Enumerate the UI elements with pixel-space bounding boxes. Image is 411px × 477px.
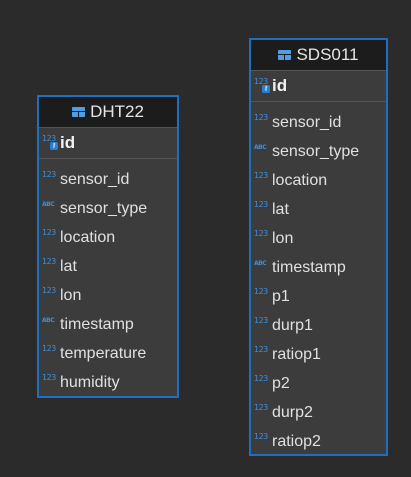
column-row[interactable]: ABC timestamp: [251, 253, 386, 282]
column-name: sensor_id: [272, 113, 342, 131]
numeric-type-icon: 123: [254, 228, 268, 238]
primary-key-icon: 123 ⚷: [254, 77, 270, 93]
column-row[interactable]: 123 location: [39, 223, 177, 252]
primary-key-icon: 123 ⚷: [42, 134, 58, 150]
numeric-type-icon: 123: [42, 343, 56, 353]
column-name: p2: [272, 374, 290, 392]
column-name: ratiop2: [272, 432, 321, 450]
numeric-type-icon: 123: [254, 112, 268, 122]
numeric-type-icon: 123: [254, 344, 268, 354]
numeric-type-icon: 123: [254, 402, 268, 412]
column-name: lat: [272, 200, 289, 218]
numeric-type-icon: 123: [42, 285, 56, 295]
column-row[interactable]: 123 sensor_id: [39, 165, 177, 194]
column-row[interactable]: ABC sensor_type: [39, 194, 177, 223]
column-row[interactable]: 123 ratiop2: [251, 427, 386, 456]
numeric-type-icon: 123: [254, 170, 268, 180]
primary-key-row[interactable]: 123 ⚷ id: [39, 128, 177, 159]
column-list: 123 sensor_id ABC sensor_type 123 location 123…: [39, 159, 177, 397]
column-row[interactable]: 123 p1: [251, 282, 386, 311]
numeric-type-icon: 123: [254, 315, 268, 325]
column-name: id: [60, 133, 76, 152]
column-row[interactable]: 123 sensor_id: [251, 108, 386, 137]
numeric-type-icon: 123: [254, 199, 268, 209]
column-row[interactable]: 123 temperature: [39, 339, 177, 368]
numeric-type-icon: 123: [254, 373, 268, 383]
entity-sds011[interactable]: SDS011 123 ⚷ id 123 sensor_id ABC sensor_ty…: [249, 38, 388, 456]
column-row[interactable]: 123 lat: [39, 252, 177, 281]
column-name: durp2: [272, 403, 313, 421]
column-row[interactable]: 123 lon: [39, 281, 177, 310]
column-row[interactable]: 123 durp2: [251, 398, 386, 427]
column-row[interactable]: 123 location: [251, 166, 386, 195]
numeric-type-icon: 123: [42, 227, 56, 237]
column-name: sensor_id: [60, 170, 130, 188]
column-row[interactable]: ABC sensor_type: [251, 137, 386, 166]
column-name: p1: [272, 287, 290, 305]
string-type-icon: ABC: [42, 316, 55, 324]
table-icon: [72, 107, 86, 117]
column-name: sensor_type: [272, 142, 360, 160]
column-row[interactable]: 123 lat: [251, 195, 386, 224]
column-list: 123 sensor_id ABC sensor_type 123 location 123…: [251, 102, 386, 456]
column-name: location: [272, 171, 328, 189]
string-type-icon: ABC: [42, 200, 55, 208]
table-icon: [278, 50, 292, 60]
column-name: timestamp: [272, 258, 346, 276]
column-name: location: [60, 228, 116, 246]
primary-key-row[interactable]: 123 ⚷ id: [251, 71, 386, 102]
numeric-type-icon: 123: [254, 286, 268, 296]
column-row[interactable]: ABC timestamp: [39, 310, 177, 339]
column-row[interactable]: 123 p2: [251, 369, 386, 398]
column-name: timestamp: [60, 315, 134, 333]
string-type-icon: ABC: [254, 143, 267, 151]
entity-header: DHT22: [39, 97, 177, 128]
entity-dht22[interactable]: DHT22 123 ⚷ id 123 sensor_id ABC sensor_typ…: [37, 95, 179, 398]
numeric-type-icon: 123: [42, 169, 56, 179]
column-name: temperature: [60, 344, 147, 362]
entity-title: SDS011: [296, 45, 359, 64]
entity-title: DHT22: [90, 102, 144, 121]
column-row[interactable]: 123 humidity: [39, 368, 177, 397]
column-name: durp1: [272, 316, 313, 334]
string-type-icon: ABC: [254, 259, 267, 267]
column-name: lon: [272, 229, 294, 247]
numeric-type-icon: 123: [254, 431, 268, 441]
entity-header: SDS011: [251, 40, 386, 71]
column-name: id: [272, 76, 288, 95]
column-name: lat: [60, 257, 77, 275]
column-name: lon: [60, 286, 82, 304]
column-row[interactable]: 123 durp1: [251, 311, 386, 340]
column-name: sensor_type: [60, 199, 148, 217]
numeric-type-icon: 123: [42, 256, 56, 266]
column-name: humidity: [60, 373, 120, 391]
column-row[interactable]: 123 ratiop1: [251, 340, 386, 369]
column-row[interactable]: 123 lon: [251, 224, 386, 253]
column-name: ratiop1: [272, 345, 321, 363]
numeric-type-icon: 123: [42, 372, 56, 382]
